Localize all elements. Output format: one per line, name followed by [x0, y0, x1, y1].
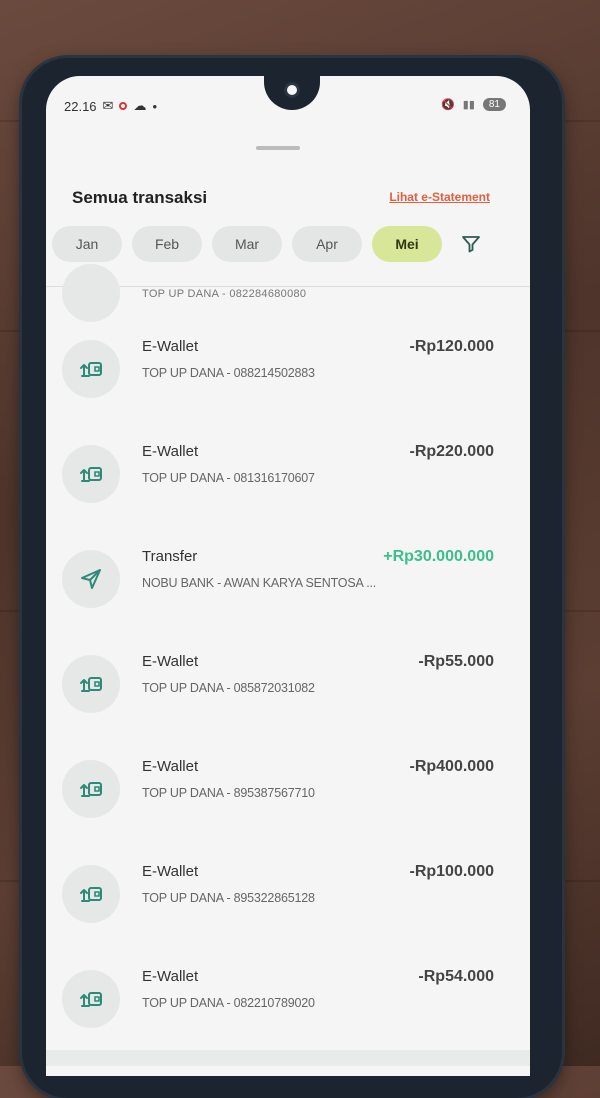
month-chip-jan[interactable]: Jan: [52, 226, 122, 262]
transaction-category: E-Wallet: [142, 758, 199, 775]
transaction-category: Transfer: [142, 548, 198, 565]
transaction-desc: TOP UP DANA - 082210789020: [142, 996, 315, 1010]
month-chip-mar[interactable]: Mar: [212, 226, 282, 262]
list-item[interactable]: E-Wallet TOP UP DANA - 082210789020 -Rp54.…: [46, 938, 530, 1043]
transaction-amount: +Rp30.000.000: [383, 548, 494, 565]
phone-screen: 22.16 ✉ ☁ • 🔇 ▮▮ 81 Semua transaksi Liha…: [46, 76, 530, 1076]
transaction-desc: TOP UP DANA - 081316170607: [142, 471, 315, 485]
ewallet-topup-icon: [62, 970, 120, 1028]
transaction-desc: TOP UP DANA - 895322865128: [142, 891, 315, 905]
list-item[interactable]: TOP UP DANA - 082284680080: [46, 264, 530, 322]
transaction-desc: TOP UP DANA - 088214502883: [142, 366, 315, 380]
front-camera: [284, 82, 300, 98]
sheet-drag-handle[interactable]: [256, 146, 300, 150]
list-item[interactable]: E-Wallet TOP UP DANA - 088214502883 -Rp120…: [46, 308, 530, 413]
transaction-amount: -Rp220.000: [409, 443, 495, 460]
transaction-amount: -Rp55.000: [418, 653, 494, 670]
ewallet-topup-icon: [62, 445, 120, 503]
signal-icon: ▮▮: [462, 99, 475, 111]
estatement-link[interactable]: Lihat e-Statement: [389, 190, 490, 204]
status-bar: 22.16 ✉ ☁ • 🔇 ▮▮ 81: [64, 98, 506, 118]
month-chip-feb[interactable]: Feb: [132, 226, 202, 262]
status-time: 22.16: [64, 98, 97, 114]
list-item[interactable]: E-Wallet TOP UP DANA - 895322865128 -Rp100…: [46, 833, 530, 938]
list-item[interactable]: E-Wallet TOP UP DANA - 085872031082 -Rp55.…: [46, 623, 530, 728]
mail-icon: ✉: [102, 98, 114, 113]
ewallet-topup-icon: [62, 760, 120, 818]
battery-indicator: 81: [482, 98, 506, 111]
cloud-icon: ☁: [133, 98, 147, 113]
bottom-edge: [46, 1050, 530, 1066]
transaction-category: E-Wallet: [142, 863, 199, 880]
transaction-category: E-Wallet: [142, 338, 199, 355]
list-item[interactable]: E-Wallet TOP UP DANA - 081316170607 -Rp220…: [46, 413, 530, 518]
transaction-category: E-Wallet: [142, 443, 199, 460]
transaction-desc: TOP UP DANA - 895387567710: [142, 786, 315, 800]
transaction-list[interactable]: TOP UP DANA - 082284680080 E-Wallet TOP U…: [46, 264, 530, 1043]
transaction-amount: -Rp54.000: [418, 968, 494, 985]
transaction-category: E-Wallet: [142, 968, 199, 985]
notification-icon: [119, 102, 128, 110]
ewallet-topup-icon: [62, 655, 120, 713]
month-chip-mei[interactable]: Mei: [372, 226, 442, 262]
transfer-icon: [62, 550, 120, 608]
page-title: Semua transaksi: [72, 188, 208, 207]
filter-icon[interactable]: [458, 231, 484, 257]
month-chip-apr[interactable]: Apr: [292, 226, 362, 262]
mute-icon: 🔇: [441, 99, 455, 111]
transaction-category: E-Wallet: [142, 653, 199, 670]
list-item[interactable]: Transfer NOBU BANK - AWAN KARYA SENTOSA .…: [46, 518, 530, 623]
transaction-desc: TOP UP DANA - 082284680080: [142, 288, 307, 300]
transaction-desc: TOP UP DANA - 085872031082: [142, 681, 315, 695]
list-item[interactable]: E-Wallet TOP UP DANA - 895387567710 -Rp400…: [46, 728, 530, 833]
ewallet-topup-icon: [62, 865, 120, 923]
ewallet-topup-icon: [62, 340, 120, 398]
transaction-desc: NOBU BANK - AWAN KARYA SENTOSA ...: [142, 576, 377, 590]
transaction-amount: -Rp120.000: [409, 338, 495, 355]
transaction-amount: -Rp400.000: [409, 758, 495, 775]
transaction-amount: -Rp100.000: [409, 863, 495, 880]
dot-icon: •: [152, 98, 158, 114]
month-filter: Jan Feb Mar Apr Mei: [52, 226, 484, 262]
